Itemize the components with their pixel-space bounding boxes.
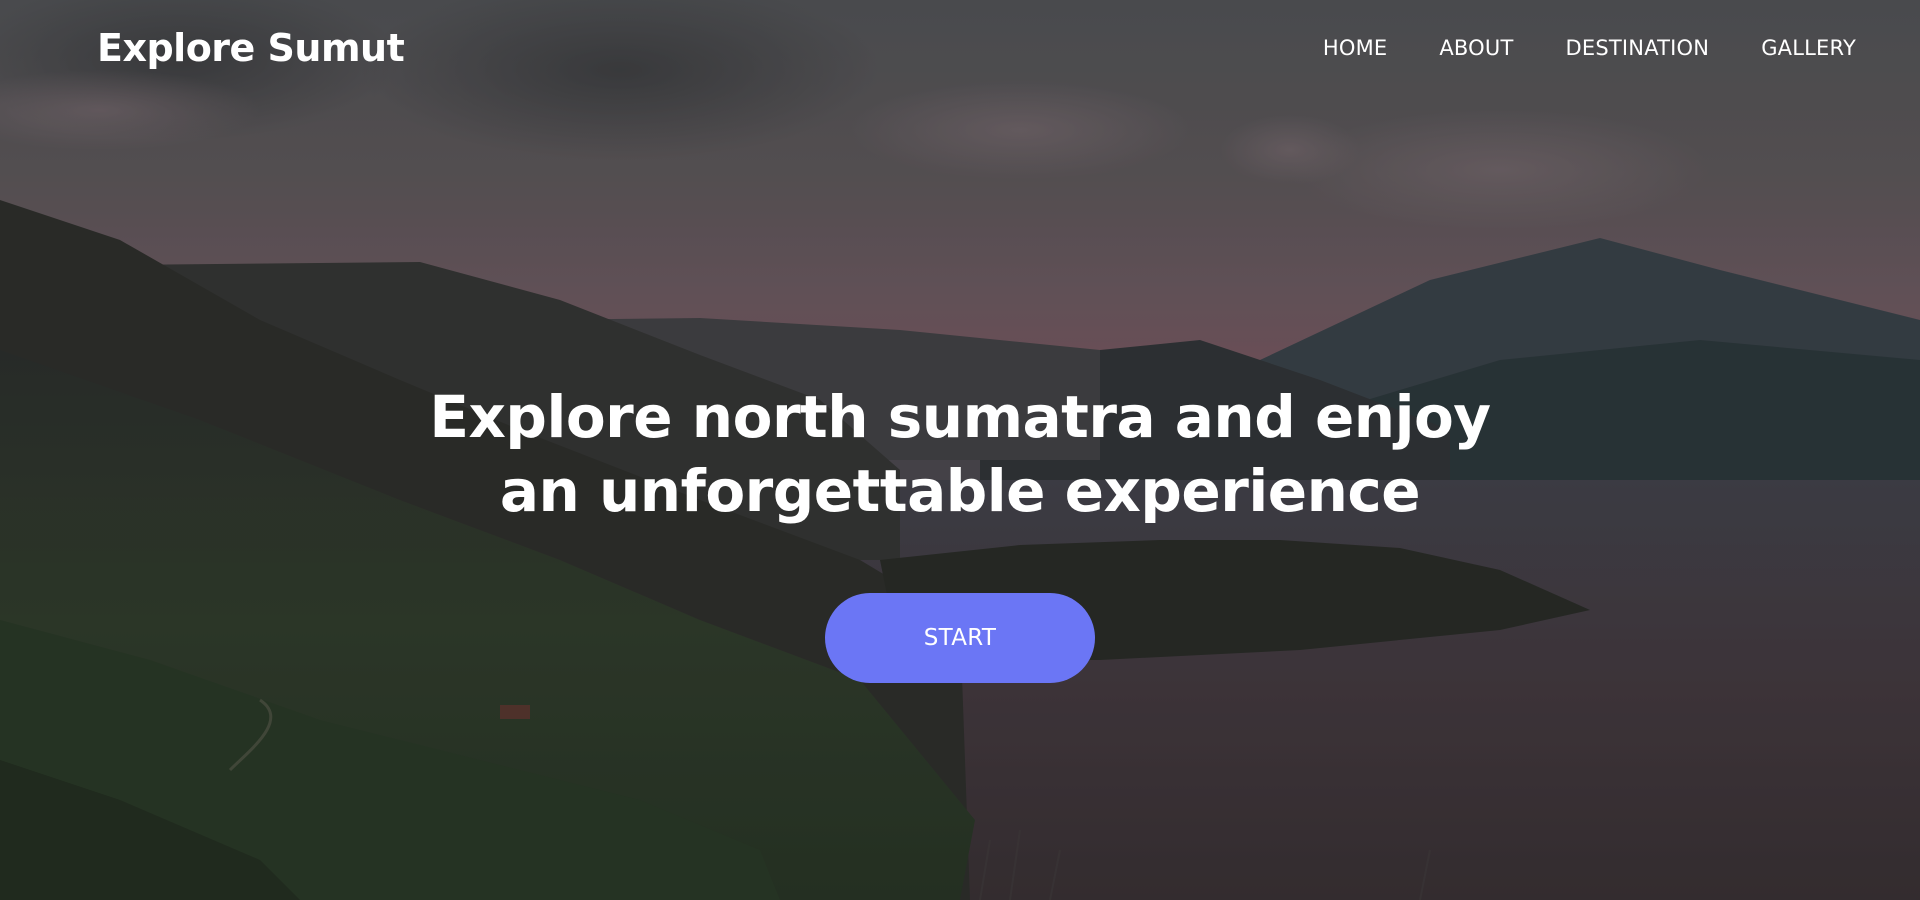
nav-link-about[interactable]: ABOUT bbox=[1439, 36, 1513, 60]
cta-container: START bbox=[0, 593, 1920, 683]
nav-item-gallery: GALLERY bbox=[1761, 36, 1856, 60]
nav-link-destination[interactable]: DESTINATION bbox=[1566, 36, 1710, 60]
nav-item-home: HOME bbox=[1323, 36, 1388, 60]
hero-headline-line-2: an unforgettable experience bbox=[499, 457, 1421, 525]
nav-link-gallery[interactable]: GALLERY bbox=[1761, 36, 1856, 60]
hero-section: Explore Sumut HOME ABOUT DESTINATION GAL… bbox=[0, 0, 1920, 900]
hero-headline-line-1: Explore north sumatra and enjoy bbox=[429, 383, 1491, 451]
brand-logo[interactable]: Explore Sumut bbox=[97, 26, 405, 70]
hero-headline: Explore north sumatra and enjoy an unfor… bbox=[0, 380, 1920, 528]
nav-menu: HOME ABOUT DESTINATION GALLERY bbox=[1323, 36, 1856, 60]
top-navbar: Explore Sumut HOME ABOUT DESTINATION GAL… bbox=[0, 0, 1920, 96]
start-button[interactable]: START bbox=[825, 593, 1095, 683]
nav-item-about: ABOUT bbox=[1439, 36, 1513, 60]
nav-item-destination: DESTINATION bbox=[1566, 36, 1710, 60]
nav-link-home[interactable]: HOME bbox=[1323, 36, 1388, 60]
